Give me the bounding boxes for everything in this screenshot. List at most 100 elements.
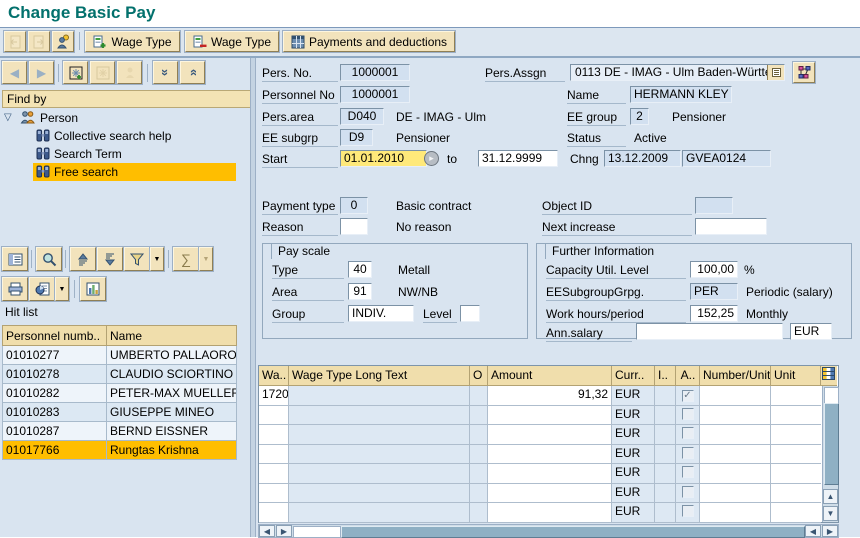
sort-descending-button[interactable] bbox=[97, 247, 123, 271]
unit-cell[interactable] bbox=[771, 445, 821, 465]
wage-row[interactable]: EUR bbox=[259, 503, 838, 523]
payments-and-deductions-button[interactable]: Payments and deductions bbox=[283, 31, 455, 52]
ps-area-field[interactable]: 91 bbox=[348, 283, 372, 300]
wage-row[interactable]: EUR bbox=[259, 464, 838, 484]
views-menu-button[interactable]: ▼ bbox=[55, 277, 69, 301]
o-cell[interactable] bbox=[470, 445, 488, 465]
unit-cell[interactable] bbox=[771, 464, 821, 484]
number-unit-cell[interactable] bbox=[700, 503, 771, 523]
tree-item-search-term[interactable]: Search Term bbox=[0, 145, 250, 163]
checkbox[interactable] bbox=[682, 408, 694, 420]
amount-cell[interactable] bbox=[488, 445, 612, 465]
remove-wage-type-button[interactable]: Wage Type bbox=[185, 31, 279, 52]
amount-cell[interactable] bbox=[488, 406, 612, 426]
col-number-unit[interactable]: Number/Unit bbox=[700, 366, 771, 386]
col-o[interactable]: O bbox=[470, 366, 488, 386]
wage-type-cell[interactable] bbox=[259, 445, 289, 465]
number-unit-cell[interactable] bbox=[700, 464, 771, 484]
combo-dropdown-button[interactable] bbox=[767, 65, 784, 80]
create-search-button[interactable] bbox=[63, 61, 88, 84]
col-currency[interactable]: Curr.. bbox=[612, 366, 655, 386]
vertical-scroll-thumb[interactable] bbox=[824, 403, 839, 485]
hit-col-name[interactable]: Name bbox=[107, 326, 237, 346]
checkbox[interactable] bbox=[682, 466, 694, 478]
amount-cell[interactable] bbox=[488, 464, 612, 484]
o-cell[interactable] bbox=[470, 406, 488, 426]
unit-cell[interactable] bbox=[771, 484, 821, 504]
i-cell[interactable] bbox=[655, 445, 676, 465]
search-button[interactable] bbox=[36, 247, 62, 271]
col-wage-type[interactable]: Wa.. bbox=[259, 366, 289, 386]
object-id-field[interactable] bbox=[695, 197, 733, 214]
o-cell[interactable] bbox=[470, 425, 488, 445]
print-button[interactable] bbox=[2, 277, 28, 301]
amount-cell[interactable] bbox=[488, 425, 612, 445]
name-cell[interactable]: PETER-MAX MUELLER bbox=[107, 384, 237, 403]
currency-cell[interactable]: EUR bbox=[612, 406, 655, 426]
personnel-number-cell[interactable]: 01010278 bbox=[3, 365, 107, 384]
number-unit-cell[interactable] bbox=[700, 484, 771, 504]
amount-cell[interactable]: 91,32 bbox=[488, 386, 612, 406]
tree-item-collective-search-help[interactable]: Collective search help bbox=[0, 127, 250, 145]
hit-row[interactable]: 01010283GIUSEPPE MINEO bbox=[3, 403, 237, 422]
scroll-left-button[interactable] bbox=[805, 525, 821, 537]
number-unit-cell[interactable] bbox=[700, 386, 771, 406]
col-a[interactable]: A.. bbox=[676, 366, 700, 386]
payment-type-field[interactable]: 0 bbox=[340, 197, 368, 214]
currency-cell[interactable]: EUR bbox=[612, 425, 655, 445]
sum-button[interactable] bbox=[173, 247, 199, 271]
i-cell[interactable] bbox=[655, 386, 676, 406]
wage-row[interactable]: 1720 91,32 EUR bbox=[259, 386, 838, 406]
col-indirect-valuation[interactable]: I.. bbox=[655, 366, 676, 386]
next-increase-field[interactable] bbox=[695, 218, 767, 235]
unit-cell[interactable] bbox=[771, 503, 821, 523]
checkbox[interactable] bbox=[682, 505, 694, 517]
wage-row[interactable]: EUR bbox=[259, 406, 838, 426]
vertical-scrollbar[interactable] bbox=[822, 386, 838, 522]
capacity-field[interactable]: 100,00 bbox=[690, 261, 738, 278]
ee-subgrp-field[interactable]: D9 bbox=[340, 129, 373, 146]
o-cell[interactable] bbox=[470, 464, 488, 484]
amount-cell[interactable] bbox=[488, 503, 612, 523]
long-text-cell[interactable] bbox=[289, 503, 470, 523]
pers-area-field[interactable]: D040 bbox=[340, 108, 384, 125]
chart-button[interactable] bbox=[80, 277, 106, 301]
work-hours-field[interactable]: 152,25 bbox=[690, 305, 738, 322]
col-unit[interactable]: Unit bbox=[771, 366, 821, 386]
wage-row[interactable]: EUR bbox=[259, 445, 838, 465]
ann-salary-field[interactable] bbox=[636, 323, 783, 340]
wage-type-cell[interactable] bbox=[259, 406, 289, 426]
currency-cell[interactable]: EUR bbox=[612, 464, 655, 484]
reason-field[interactable] bbox=[340, 218, 368, 235]
ee-group-field[interactable]: 2 bbox=[630, 108, 649, 125]
hit-row[interactable]: 01010277UMBERTO PALLAORO bbox=[3, 346, 237, 365]
next-record-button[interactable] bbox=[28, 31, 50, 52]
sort-ascending-button[interactable] bbox=[70, 247, 96, 271]
checkbox-checked[interactable] bbox=[682, 390, 694, 402]
change-search-button[interactable] bbox=[90, 61, 115, 84]
wage-type-cell[interactable] bbox=[259, 425, 289, 445]
previous-record-button[interactable] bbox=[4, 31, 26, 52]
long-text-cell[interactable] bbox=[289, 425, 470, 445]
personnel-no-field[interactable]: 1000001 bbox=[340, 86, 410, 103]
nav-back-button[interactable] bbox=[2, 61, 27, 84]
name-cell[interactable]: BERND EISSNER bbox=[107, 422, 237, 441]
name-cell[interactable]: Rungtas Krishna bbox=[107, 441, 237, 460]
wage-row[interactable]: EUR bbox=[259, 425, 838, 445]
name-cell[interactable]: CLAUDIO SCIORTINO bbox=[107, 365, 237, 384]
wage-type-cell[interactable] bbox=[259, 503, 289, 523]
personnel-number-cell[interactable]: 01010282 bbox=[3, 384, 107, 403]
checkbox[interactable] bbox=[682, 486, 694, 498]
name-cell[interactable]: GIUSEPPE MINEO bbox=[107, 403, 237, 422]
pers-assgn-combo[interactable]: 0113 DE - IMAG - Ulm Baden-Württe bbox=[570, 64, 785, 81]
horizontal-scrollbar[interactable] bbox=[258, 524, 839, 538]
period-drag-button[interactable]: ▸ bbox=[424, 151, 439, 166]
o-cell[interactable] bbox=[470, 386, 488, 406]
nav-forward-button[interactable] bbox=[29, 61, 54, 84]
amount-cell[interactable] bbox=[488, 484, 612, 504]
checkbox[interactable] bbox=[682, 447, 694, 459]
chng-user-field[interactable]: GVEA0124 bbox=[682, 150, 771, 167]
hit-row[interactable]: 01010278CLAUDIO SCIORTINO bbox=[3, 365, 237, 384]
views-button[interactable] bbox=[29, 277, 55, 301]
ps-group-field[interactable]: INDIV. bbox=[348, 305, 414, 322]
